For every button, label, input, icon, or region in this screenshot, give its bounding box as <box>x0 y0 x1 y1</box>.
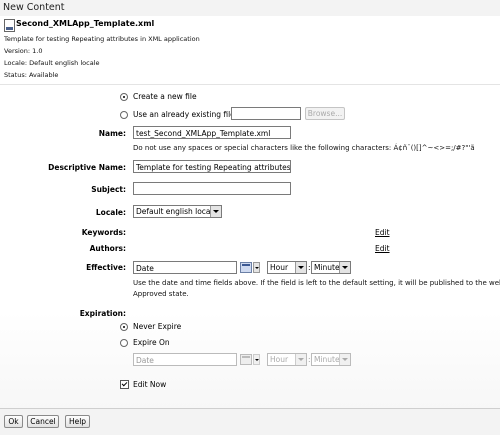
never-expire-label: Never Expire <box>133 322 182 331</box>
locale-label: Locale: <box>95 208 126 217</box>
effective-minute-select[interactable]: Minute <box>311 261 351 274</box>
edit-now-label: Edit Now <box>133 380 167 389</box>
template-name: Second_XMLApp_Template.xml <box>16 19 155 28</box>
window-titlebar: New Content <box>0 0 500 17</box>
ok-button[interactable]: Ok <box>4 415 23 428</box>
cancel-button[interactable]: Cancel <box>27 415 59 428</box>
calendar-dropdown-icon[interactable] <box>253 354 260 365</box>
effective-date-input[interactable]: Date <box>133 261 237 274</box>
chevron-down-icon <box>295 262 306 273</box>
subject-input[interactable] <box>133 182 291 195</box>
descriptive-name-input[interactable]: Template for testing Repeating attribute… <box>133 160 291 173</box>
expire-on-label: Expire On <box>133 338 170 347</box>
use-existing-radio[interactable] <box>120 111 128 119</box>
calendar-dropdown-icon[interactable] <box>253 262 260 273</box>
effective-minute-value: Minute <box>314 263 340 272</box>
calendar-icon[interactable] <box>240 262 252 273</box>
name-note: Do not use any spaces or special charact… <box>133 144 475 152</box>
never-expire-radio[interactable] <box>120 323 128 331</box>
template-description: Template for testing Repeating attribute… <box>4 35 200 43</box>
effective-hour-value: Hour <box>270 263 289 272</box>
create-new-radio[interactable] <box>120 93 128 101</box>
content-form: Create a new file Use an already existin… <box>0 84 500 409</box>
xml-file-icon <box>4 19 15 32</box>
template-header: Second_XMLApp_Template.xml Template for … <box>0 16 500 84</box>
create-new-label: Create a new file <box>133 92 197 101</box>
chevron-down-icon <box>295 354 306 365</box>
effective-label: Effective: <box>86 263 126 272</box>
chevron-down-icon <box>210 206 221 217</box>
expiration-date-input[interactable]: Date <box>133 353 237 366</box>
help-button[interactable]: Help <box>65 415 90 428</box>
window-title: New Content <box>3 2 65 13</box>
effective-hour-select[interactable]: Hour <box>267 261 307 274</box>
effective-note-line2: Approved state. <box>133 290 189 298</box>
effective-note-line1: Use the date and time fields above. If t… <box>133 279 500 287</box>
expiration-hour-select[interactable]: Hour <box>267 353 307 366</box>
button-bar: Ok Cancel Help <box>0 408 500 435</box>
expiration-minute-value: Minute <box>314 355 340 364</box>
expiration-label: Expiration: <box>79 309 126 318</box>
name-input[interactable]: test_Second_XMLApp_Template.xml <box>133 126 291 139</box>
chevron-down-icon <box>339 354 350 365</box>
template-locale: Locale: Default english locale <box>4 59 100 67</box>
keywords-edit-link[interactable]: Edit <box>375 228 390 237</box>
locale-select-value: Default english locale <box>136 207 218 216</box>
calendar-icon[interactable] <box>240 354 252 365</box>
browse-button[interactable]: Browse... <box>305 107 345 120</box>
template-status: Status: Available <box>4 71 59 79</box>
subject-label: Subject: <box>91 185 126 194</box>
expiration-hour-value: Hour <box>270 355 289 364</box>
chevron-down-icon <box>339 262 350 273</box>
locale-select[interactable]: Default english locale <box>133 205 222 218</box>
descriptive-name-label: Descriptive Name: <box>48 163 126 172</box>
use-existing-label: Use an already existing file: <box>133 110 238 119</box>
template-version: Version: 1.0 <box>4 47 43 55</box>
authors-label: Authors: <box>89 244 126 253</box>
edit-now-checkbox[interactable] <box>120 380 129 389</box>
name-label: Name: <box>98 129 126 138</box>
expiration-minute-select[interactable]: Minute <box>311 353 351 366</box>
existing-file-input[interactable] <box>231 107 301 120</box>
keywords-label: Keywords: <box>81 228 126 237</box>
expire-on-radio[interactable] <box>120 339 128 347</box>
authors-edit-link[interactable]: Edit <box>375 244 390 253</box>
